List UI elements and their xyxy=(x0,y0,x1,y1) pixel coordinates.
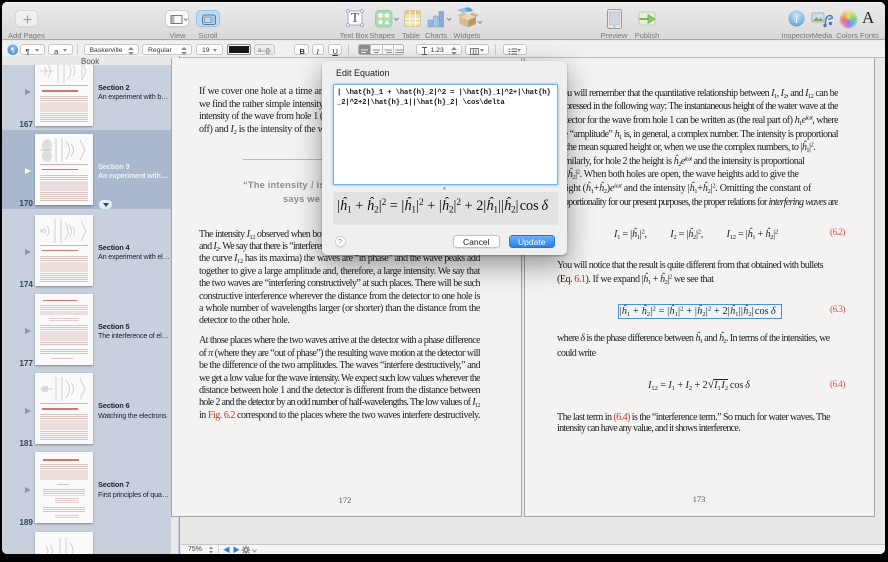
svg-text:T: T xyxy=(351,10,360,25)
svg-text:i: i xyxy=(795,12,798,26)
svg-text:¶: ¶ xyxy=(11,45,15,54)
